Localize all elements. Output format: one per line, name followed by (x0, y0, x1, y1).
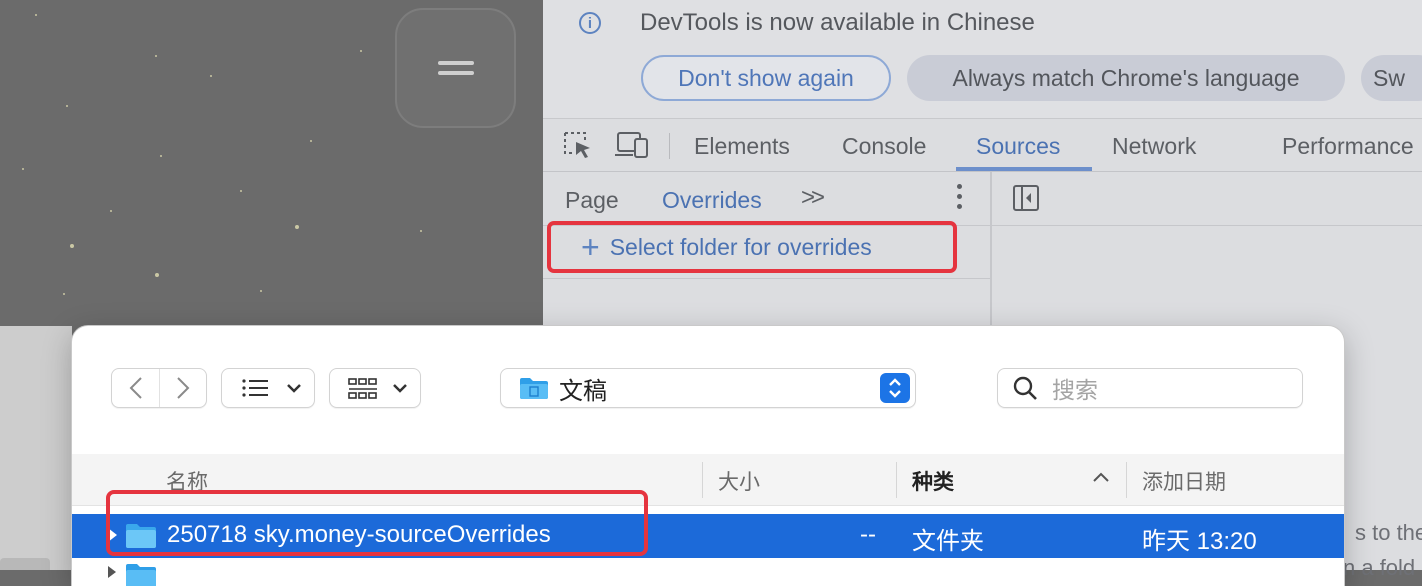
chevron-down-icon (287, 384, 301, 393)
subtab-page[interactable]: Page (565, 187, 619, 214)
info-icon: i (579, 12, 601, 34)
toggle-navigator-icon[interactable] (1012, 184, 1040, 212)
tab-performance[interactable]: Performance (1282, 133, 1414, 160)
search-field[interactable]: 搜索 (997, 368, 1303, 408)
navigator-tabbar: Page Overrides >> (543, 172, 992, 226)
sort-ascending-icon (1093, 472, 1109, 482)
active-tab-indicator (956, 167, 1092, 171)
folder-size: -- (860, 521, 876, 548)
chevron-down-icon (393, 384, 407, 393)
always-match-language-button[interactable]: Always match Chrome's language (907, 55, 1345, 101)
search-icon (1013, 376, 1037, 400)
tab-separator (669, 133, 670, 159)
column-divider (1126, 462, 1127, 498)
tab-network[interactable]: Network (1112, 133, 1196, 160)
back-button[interactable] (112, 369, 160, 407)
tab-elements[interactable]: Elements (694, 133, 790, 160)
group-view-button[interactable] (329, 368, 421, 408)
editor-toolbar (992, 172, 1422, 226)
background-text: n a fold (1343, 555, 1416, 580)
column-divider (896, 462, 897, 498)
plus-icon: + (581, 229, 600, 265)
list-view-button[interactable] (221, 368, 315, 408)
location-popup[interactable]: 文稿 (500, 368, 916, 408)
column-header-kind[interactable]: 种类 (912, 466, 954, 496)
infobar-message: DevTools is now available in Chinese (640, 9, 1035, 36)
tab-sources[interactable]: Sources (976, 133, 1060, 160)
language-infobar: i DevTools is now available in Chinese D… (543, 0, 1422, 118)
switch-language-button[interactable]: Sw (1361, 55, 1422, 101)
location-label: 文稿 (559, 377, 607, 405)
background-chip (0, 558, 50, 570)
device-toolbar-icon[interactable] (615, 131, 651, 159)
more-options-icon[interactable] (956, 184, 964, 214)
column-header-size[interactable]: 大小 (718, 466, 760, 496)
documents-folder-icon (520, 378, 548, 399)
tab-console[interactable]: Console (842, 133, 926, 160)
updown-chevron-icon (880, 373, 910, 403)
disclosure-triangle-icon[interactable] (108, 566, 116, 578)
inspect-element-icon[interactable] (563, 131, 593, 159)
folder-date-added: 昨天 13:20 (1142, 528, 1257, 555)
select-folder-for-overrides-button[interactable]: + Select folder for overrides (547, 221, 957, 273)
search-placeholder: 搜索 (1052, 377, 1098, 403)
dont-show-again-button[interactable]: Don't show again (641, 55, 891, 101)
grid-icon (348, 378, 377, 399)
forward-button[interactable] (160, 369, 206, 407)
chevron-right-icon (177, 377, 190, 399)
navigation-buttons (111, 368, 207, 408)
hamburger-icon (437, 55, 474, 81)
devtools-tabbar: Elements Console Sources Network Perform… (543, 118, 1422, 172)
more-tabs-chevron-icon[interactable]: >> (801, 184, 825, 212)
divider (543, 278, 990, 279)
list-icon (242, 379, 268, 397)
folder-icon (126, 564, 156, 586)
column-header-date-added[interactable]: 添加日期 (1142, 466, 1226, 496)
subtab-overrides[interactable]: Overrides (662, 187, 762, 214)
menu-button[interactable] (395, 8, 516, 128)
column-divider (702, 462, 703, 498)
annotation-highlight-box (106, 490, 648, 556)
background-panel (0, 326, 72, 570)
select-folder-label: Select folder for overrides (609, 233, 872, 260)
chevron-left-icon (129, 377, 142, 399)
list-item[interactable] (72, 558, 1344, 586)
background-text: s to the (1355, 520, 1422, 545)
folder-kind: 文件夹 (912, 528, 984, 555)
